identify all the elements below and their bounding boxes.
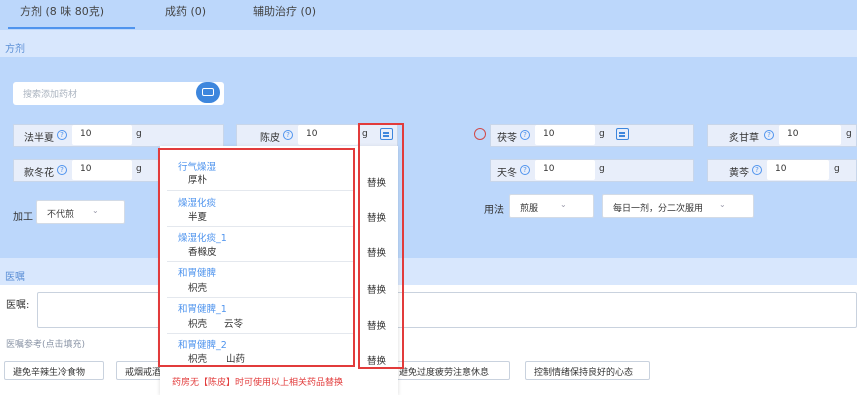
processing-select[interactable]: 不代煎 ⌄ bbox=[36, 200, 125, 224]
tab-bar: 方剂 (8 味 80克) 成药 (0) 辅助治疗 (0) bbox=[0, 0, 857, 30]
herb-dose-input[interactable]: 10 bbox=[535, 125, 595, 145]
chevron-down-icon: ⌄ bbox=[719, 200, 726, 209]
remove-herb-icon[interactable] bbox=[474, 128, 486, 140]
dose-unit: g bbox=[136, 129, 142, 139]
help-icon[interactable]: ? bbox=[57, 130, 67, 140]
help-icon[interactable]: ? bbox=[57, 165, 67, 175]
processing-value: 不代煎 bbox=[47, 210, 75, 220]
advice-section-title: 医嘱 bbox=[0, 258, 857, 285]
tab-prescription[interactable]: 方剂 (8 味 80克) bbox=[20, 3, 104, 19]
help-icon[interactable]: ? bbox=[520, 165, 530, 175]
usage-method-select[interactable]: 煎服 ⌄ bbox=[509, 194, 594, 218]
herb-name: 天冬 bbox=[497, 168, 517, 179]
advice-reference-label: 医嘱参考(点击填充) bbox=[6, 340, 86, 350]
herb-name: 黄芩 bbox=[729, 168, 749, 179]
dose-unit: g bbox=[136, 164, 142, 174]
keyboard-icon[interactable] bbox=[196, 82, 220, 103]
usage-frequency-select[interactable]: 每日一剂，分二次服用 ⌄ bbox=[602, 194, 754, 218]
herb-dose-input[interactable]: 10 bbox=[72, 160, 132, 180]
usage-method-value: 煎服 bbox=[520, 204, 539, 214]
herb-dose-input[interactable]: 10 bbox=[779, 125, 841, 145]
help-icon[interactable]: ? bbox=[283, 130, 293, 140]
highlight-box-actions bbox=[358, 123, 404, 369]
herb-name: 炙甘草 bbox=[729, 133, 759, 144]
chevron-down-icon: ⌄ bbox=[92, 206, 99, 215]
active-tab-indicator bbox=[8, 27, 135, 29]
substitute-icon[interactable] bbox=[616, 128, 629, 140]
usage-label: 用法 bbox=[484, 205, 504, 216]
tab-auxiliary-treatment[interactable]: 辅助治疗 (0) bbox=[253, 3, 316, 19]
herb-dose-input[interactable]: 10 bbox=[298, 125, 358, 145]
herb-name: 陈皮 bbox=[260, 133, 280, 144]
chevron-down-icon: ⌄ bbox=[560, 200, 567, 209]
advice-chip[interactable]: 避免过度疲劳注意休息 bbox=[390, 361, 510, 380]
highlight-box-options bbox=[158, 148, 355, 367]
dose-unit: g bbox=[834, 164, 840, 174]
herb-name: 茯苓 bbox=[497, 133, 517, 144]
advice-label: 医嘱: bbox=[6, 300, 30, 311]
dose-unit: g bbox=[599, 129, 605, 139]
dose-unit: g bbox=[599, 164, 605, 174]
help-icon[interactable]: ? bbox=[764, 130, 774, 140]
tab-patent-medicine[interactable]: 成药 (0) bbox=[165, 3, 206, 19]
usage-frequency-value: 每日一剂，分二次服用 bbox=[613, 204, 704, 214]
herb-search-input[interactable]: 搜索添加药材 bbox=[13, 82, 224, 105]
processing-label: 加工 bbox=[13, 212, 33, 223]
herb-name: 法半夏 bbox=[24, 133, 54, 144]
dose-unit: g bbox=[846, 129, 852, 139]
prescription-section-title: 方剂 bbox=[0, 30, 857, 57]
advice-chip[interactable]: 避免辛辣生冷食物 bbox=[4, 361, 104, 380]
substitution-footnote: 药房无【陈皮】时可使用以上相关药品替换 bbox=[172, 378, 344, 388]
advice-chip[interactable]: 控制情绪保持良好的心态 bbox=[525, 361, 650, 380]
help-icon[interactable]: ? bbox=[752, 165, 762, 175]
herb-dose-input[interactable]: 10 bbox=[767, 160, 829, 180]
herb-dose-input[interactable]: 10 bbox=[72, 125, 132, 145]
help-icon[interactable]: ? bbox=[520, 130, 530, 140]
herb-dose-input[interactable]: 10 bbox=[535, 160, 595, 180]
herb-name: 款冬花 bbox=[24, 168, 54, 179]
